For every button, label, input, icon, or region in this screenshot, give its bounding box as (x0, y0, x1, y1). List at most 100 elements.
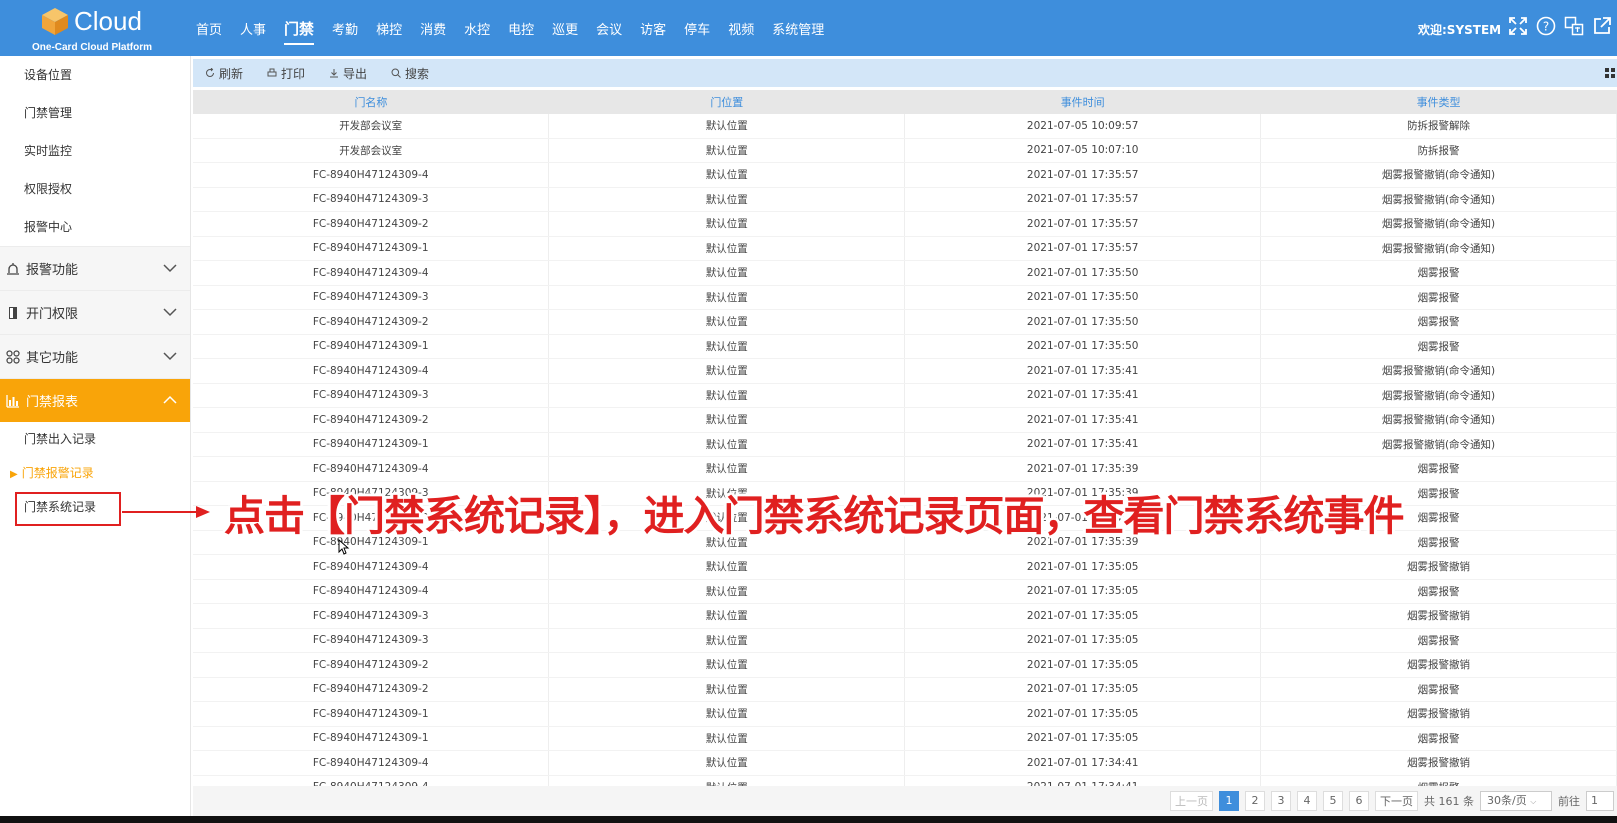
table-body: 开发部会议室 默认位置 2021-07-05 10:09:57 防拆报警解除 开发部会议… (193, 114, 1617, 786)
sidebar: 设备位置 门禁管理 实时监控 权限授权 报警中心 报警功能 开门权限 其它功能 … (0, 56, 191, 823)
table-row[interactable]: FC-8940H47124309-4默认位置2021-07-01 17:34:4… (193, 750, 1617, 776)
sidebar-group-alarm-functions[interactable]: 报警功能 (0, 246, 190, 290)
page-number-button[interactable]: 3 (1271, 791, 1291, 811)
nav-item-1[interactable]: 人事 (240, 19, 266, 38)
table-row[interactable]: FC-8940H47124309-2 默认位置 2021-07-01 17:35:4… (193, 407, 1617, 433)
sidebar-item-door-management[interactable]: 门禁管理 (0, 94, 190, 132)
door-name-cell: FC-8940H47124309-2 (193, 407, 550, 433)
table-row[interactable]: FC-8940H47124309-4 默认位置 2021-07-01 17:35:0… (193, 554, 1617, 580)
door-location-cell: 默认位置 (548, 407, 906, 433)
column-header-event-time[interactable]: 事件时间 (904, 90, 1261, 114)
search-icon (391, 68, 401, 78)
sidebar-group-door-reports[interactable]: 门禁报表 (0, 378, 190, 422)
sidebar-group-open-permission[interactable]: 开门权限 (0, 290, 190, 334)
table-row[interactable]: FC-8940H47124309-3 默认位置 2021-07-01 17:35:0… (193, 603, 1617, 629)
highlight-box (15, 492, 121, 526)
table-row[interactable]: FC-8940H47124309-1 默认位置 2021-07-01 17:35:0… (193, 701, 1617, 727)
table-row[interactable]: FC-8940H47124309-4 默认位置 2021-07-01 17:35:0… (193, 579, 1617, 604)
door-location-cell: 默认位置 (548, 187, 906, 212)
chevron-down-icon: ⌵ (1530, 797, 1537, 806)
event-time-cell: 2021-07-01 17:35:57 (904, 236, 1262, 261)
event-time-cell: 2021-07-01 17:35:41 (904, 358, 1262, 384)
help-icon[interactable]: ? (1536, 16, 1556, 36)
door-location-cell: 默认位置 (548, 701, 906, 727)
table-row[interactable]: FC-8940H47124309-2 默认位置 2021-07-01 17:35:0… (193, 677, 1617, 702)
export-button[interactable]: 导出 (329, 65, 367, 82)
table-row[interactable]: FC-8940H47124309-3 默认位置 2021-07-01 17:35:5… (193, 187, 1617, 212)
sidebar-item-realtime-monitor[interactable]: 实时监控 (0, 132, 190, 170)
event-time-cell: 2021-07-01 17:35:50 (904, 260, 1262, 286)
external-link-icon[interactable] (1592, 16, 1612, 36)
table-row[interactable]: FC-8940H47124309-4 默认位置 2021-07-01 17:35:3… (193, 456, 1617, 482)
page-number-button[interactable]: 5 (1323, 791, 1343, 811)
column-header-event-type[interactable]: 事件类型 (1260, 90, 1617, 114)
page-number-button[interactable]: 1 (1219, 791, 1239, 811)
nav-item-10[interactable]: 访客 (640, 19, 666, 38)
sidebar-group-label: 门禁报表 (26, 395, 79, 410)
alarm-icon (7, 262, 19, 275)
event-type-cell: 防拆报警解除 (1260, 114, 1617, 139)
export-label: 导出 (343, 66, 368, 81)
table-row[interactable]: FC-8940H47124309-4 默认位置 2021-07-01 17:35:5… (193, 162, 1617, 188)
door-name-cell: FC-8940H47124309-4 (193, 358, 550, 384)
print-icon (267, 68, 277, 77)
sidebar-group-label: 其它功能 (26, 351, 79, 366)
table-row[interactable]: FC-8940H47124309-2 默认位置 2021-07-01 17:35:5… (193, 309, 1617, 335)
grid-icon[interactable] (1605, 68, 1615, 78)
table-row[interactable]: FC-8940H47124309-2 默认位置 2021-07-01 17:35:5… (193, 211, 1617, 237)
door-name-cell: FC-8940H47124309-1 (193, 726, 550, 751)
page-number-button[interactable]: 4 (1297, 791, 1317, 811)
table-row[interactable]: FC-8940H47124309-4默认位置2021-07-01 17:34:4… (193, 775, 1617, 786)
sidebar-item-label: 门禁报警记录 (21, 466, 94, 480)
nav-item-4[interactable]: 梯控 (376, 19, 402, 38)
nav-item-11[interactable]: 停车 (684, 19, 710, 38)
nav-item-13[interactable]: 系统管理 (772, 19, 824, 38)
nav-item-9[interactable]: 会议 (596, 19, 622, 38)
nav-item-2[interactable]: 门禁 (284, 18, 315, 45)
nav-item-0[interactable]: 首页 (196, 19, 222, 38)
event-type-cell: 烟雾报警撤销(命令通知) (1260, 432, 1617, 457)
table-row[interactable]: FC-8940H47124309-1 默认位置 2021-07-01 17:35:5… (193, 334, 1617, 359)
sidebar-item-alarm-records[interactable]: ▶ 门禁报警记录 (0, 456, 190, 490)
language-icon[interactable] (1564, 16, 1584, 36)
nav-item-6[interactable]: 水控 (464, 19, 490, 38)
table-row[interactable]: FC-8940H47124309-4 默认位置 2021-07-01 17:35:5… (193, 260, 1617, 286)
next-page-button[interactable]: 下一页 (1375, 791, 1418, 811)
table-row[interactable]: FC-8940H47124309-3 默认位置 2021-07-01 17:35:4… (193, 383, 1617, 408)
table-row[interactable]: FC-8940H47124309-1 默认位置 2021-07-01 17:35:5… (193, 236, 1617, 261)
table-row[interactable]: 开发部会议室 默认位置 2021-07-05 10:07:10 防拆报警 (193, 138, 1617, 163)
column-header-door-name[interactable]: 门名称 (193, 90, 549, 114)
page-number-button[interactable]: 2 (1245, 791, 1265, 811)
nav-item-8[interactable]: 巡更 (552, 19, 578, 38)
event-type-cell: 烟雾报警撤销(命令通知) (1260, 187, 1617, 212)
sidebar-item-device-location[interactable]: 设备位置 (0, 56, 190, 94)
column-header-door-location[interactable]: 门位置 (548, 90, 905, 114)
refresh-label: 刷新 (219, 66, 244, 81)
table-row[interactable]: FC-8940H47124309-3 默认位置 2021-07-01 17:35:0… (193, 628, 1617, 653)
table-row[interactable]: FC-8940H47124309-1 默认位置 2021-07-01 17:35:4… (193, 432, 1617, 457)
nav-item-7[interactable]: 电控 (508, 19, 534, 38)
page-size-select[interactable]: 30条/页 ⌵ (1480, 791, 1552, 811)
refresh-button[interactable]: 刷新 (205, 65, 243, 82)
page-number-button[interactable]: 6 (1349, 791, 1369, 811)
search-button[interactable]: 搜索 (391, 65, 429, 82)
prev-page-button[interactable]: 上一页 (1170, 791, 1213, 811)
nav-item-3[interactable]: 考勤 (332, 19, 358, 38)
sidebar-item-alarm-center[interactable]: 报警中心 (0, 208, 190, 246)
sidebar-item-access-records[interactable]: 门禁出入记录 (0, 422, 190, 456)
door-location-cell: 默认位置 (548, 628, 906, 653)
table-row[interactable]: FC-8940H47124309-1 默认位置 2021-07-01 17:35:0… (193, 726, 1617, 751)
brand-logo[interactable]: Cloud One-Card Cloud Platform (28, 4, 168, 54)
table-row[interactable]: FC-8940H47124309-2 默认位置 2021-07-01 17:35:0… (193, 652, 1617, 678)
door-name-cell: FC-8940H47124309-1 (193, 701, 550, 727)
table-row[interactable]: FC-8940H47124309-3 默认位置 2021-07-01 17:35:5… (193, 285, 1617, 310)
fullscreen-icon[interactable] (1508, 16, 1528, 36)
nav-item-12[interactable]: 视频 (728, 19, 754, 38)
print-button[interactable]: 打印 (267, 65, 305, 82)
table-row[interactable]: FC-8940H47124309-4 默认位置 2021-07-01 17:35:4… (193, 358, 1617, 384)
sidebar-group-other-functions[interactable]: 其它功能 (0, 334, 190, 378)
sidebar-item-authorization[interactable]: 权限授权 (0, 170, 190, 208)
nav-item-5[interactable]: 消费 (420, 19, 446, 38)
table-row[interactable]: 开发部会议室 默认位置 2021-07-05 10:09:57 防拆报警解除 (193, 114, 1617, 139)
goto-page-input[interactable]: 1 (1586, 791, 1614, 811)
